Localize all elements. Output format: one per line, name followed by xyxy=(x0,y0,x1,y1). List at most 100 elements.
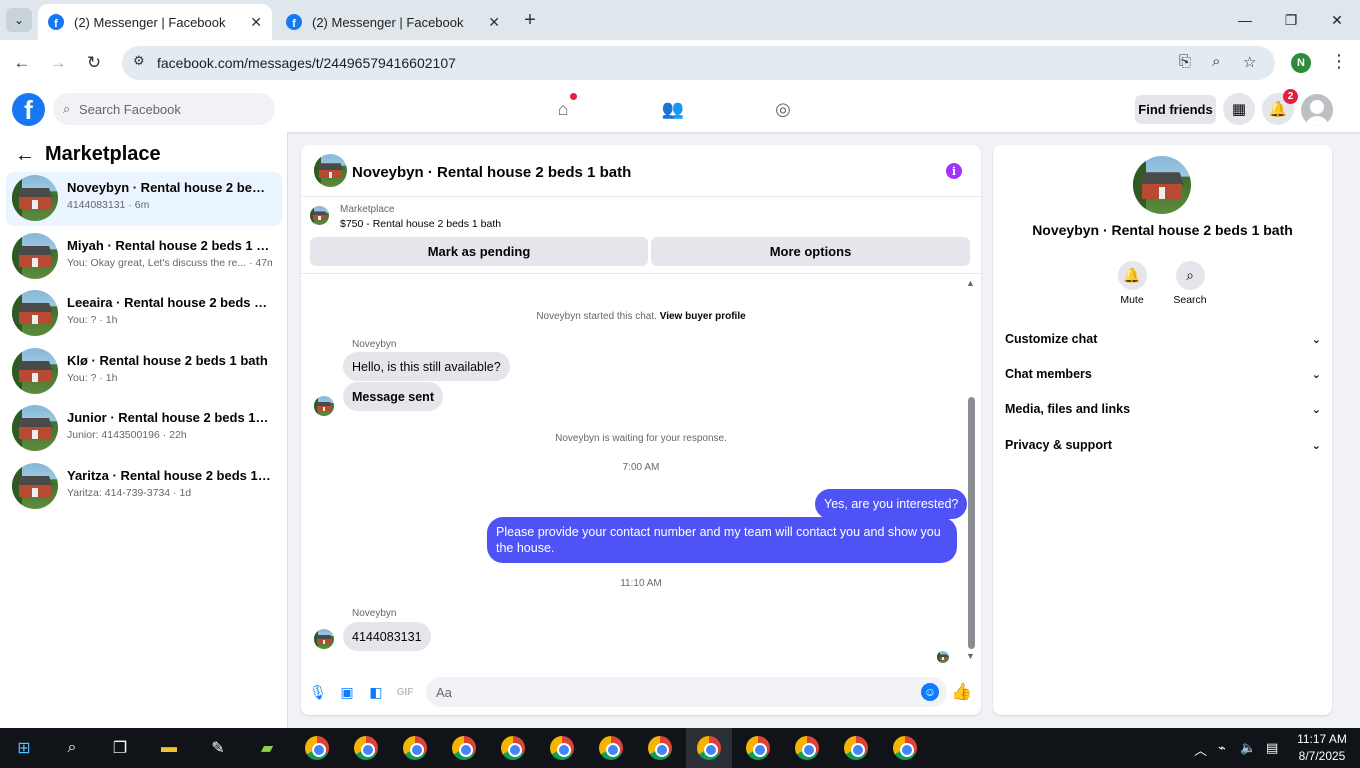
timestamp: 7:00 AM xyxy=(622,462,660,473)
forward-arrow-icon[interactable]: → xyxy=(45,50,71,76)
outgoing-message[interactable]: Yes, are you interested? xyxy=(815,489,968,519)
message-input[interactable] xyxy=(436,677,906,707)
search-icon[interactable]: ⌕ xyxy=(58,734,86,762)
account-avatar[interactable] xyxy=(1301,94,1333,126)
minimize-window-icon[interactable]: — xyxy=(1225,6,1265,34)
conversation-item[interactable]: Klø · Rental house 2 beds 1 bath You: ? … xyxy=(6,345,282,399)
bookmark-star-icon[interactable]: ☆ xyxy=(1243,53,1256,71)
chrome-icon[interactable] xyxy=(548,734,576,762)
microphone-icon[interactable]: 🎙 xyxy=(309,683,327,701)
chrome-icon[interactable] xyxy=(597,734,625,762)
emoji-icon[interactable]: ☺ xyxy=(921,683,939,701)
close-tab-icon[interactable]: ✕ xyxy=(250,14,262,31)
close-tab-icon[interactable]: ✕ xyxy=(488,14,500,31)
install-app-icon[interactable]: ⎘ xyxy=(1179,53,1191,70)
outgoing-message[interactable]: Please provide your contact number and m… xyxy=(487,517,957,563)
volume-icon[interactable]: 🔈 xyxy=(1240,740,1256,756)
file-explorer-icon[interactable]: ▬ xyxy=(155,734,183,762)
folder-app-icon[interactable]: ▰ xyxy=(253,734,281,762)
keyboard-icon[interactable]: ▤ xyxy=(1266,740,1278,756)
search-icon[interactable]: ⌕ xyxy=(1175,261,1205,290)
find-friends-button[interactable]: Find friends xyxy=(1135,95,1216,124)
browser-menu-icon[interactable]: ⋮ xyxy=(1330,51,1348,72)
chat-title[interactable]: Noveybyn · Rental house 2 beds 1 bath xyxy=(352,164,631,181)
chrome-icon[interactable] xyxy=(842,734,870,762)
message-input-box[interactable]: ☺ xyxy=(426,677,947,707)
zoom-icon[interactable]: ⌕ xyxy=(1212,53,1220,70)
menu-grid-icon[interactable]: ▦ xyxy=(1223,93,1255,125)
home-icon[interactable]: ⌂ xyxy=(551,93,577,121)
conversation-item[interactable]: Noveybyn · Rental house 2 beds 1 ... 414… xyxy=(6,172,282,226)
chrome-icon[interactable] xyxy=(401,734,429,762)
maximize-window-icon[interactable]: ❐ xyxy=(1271,6,1311,34)
system-clock[interactable]: 11:17 AM 8/7/2025 xyxy=(1292,731,1352,765)
section-customize-chat[interactable]: Customize chat ⌄ xyxy=(1005,324,1321,354)
network-icon[interactable]: ⌁ xyxy=(1218,740,1226,756)
listing-price-title[interactable]: $750 - Rental house 2 beds 1 bath xyxy=(340,218,501,230)
conversation-item[interactable]: Yaritza · Rental house 2 beds 1 bath Yar… xyxy=(6,460,282,514)
photo-icon[interactable]: ▣ xyxy=(338,683,356,701)
facebook-logo-icon[interactable]: f xyxy=(12,93,45,126)
reload-icon[interactable]: ↻ xyxy=(81,50,107,76)
windows-start-icon[interactable]: ⊞ xyxy=(10,734,38,762)
listing-profile-photo[interactable] xyxy=(1133,156,1191,214)
facebook-favicon-icon: f xyxy=(48,14,64,30)
conversation-name: Yaritza · Rental house 2 beds 1 bath xyxy=(67,468,272,483)
bell-icon[interactable]: 🔔 xyxy=(1117,261,1147,290)
chrome-icon[interactable] xyxy=(646,734,674,762)
friends-icon[interactable]: 👥 xyxy=(661,97,685,121)
scroll-up-arrow-icon[interactable]: ▲ xyxy=(966,278,975,288)
chrome-icon[interactable] xyxy=(793,734,821,762)
groups-icon[interactable]: ◎ xyxy=(771,97,795,121)
info-icon[interactable]: i xyxy=(946,163,962,179)
tab-search-dropdown-icon[interactable]: ⌄ xyxy=(6,8,32,32)
facebook-search[interactable]: ⌕ xyxy=(53,93,275,125)
chat-scrollbar[interactable] xyxy=(968,397,975,649)
address-bar[interactable]: ⚙ facebook.com/messages/t/24496579416602… xyxy=(122,46,1275,80)
chat-listing-thumbnail[interactable] xyxy=(314,154,347,187)
close-window-icon[interactable]: ✕ xyxy=(1317,6,1357,34)
conversation-item[interactable]: Leeaira · Rental house 2 beds 1 bath You… xyxy=(6,287,282,341)
view-buyer-profile-link[interactable]: View buyer profile xyxy=(660,311,746,322)
back-arrow-icon[interactable]: ← xyxy=(15,144,35,167)
search-icon: ⌕ xyxy=(63,101,71,116)
conversation-item[interactable]: Miyah · Rental house 2 beds 1 bath You: … xyxy=(6,230,282,284)
section-media-files-links[interactable]: Media, files and links ⌄ xyxy=(1005,394,1321,424)
site-settings-icon[interactable]: ⚙ xyxy=(133,53,145,69)
chrome-icon[interactable] xyxy=(499,734,527,762)
browser-tab-active[interactable]: f (2) Messenger | Facebook ✕ xyxy=(38,4,272,40)
new-tab-plus-icon[interactable]: + xyxy=(518,8,542,32)
back-arrow-icon[interactable]: ← xyxy=(9,50,35,76)
url-text[interactable]: facebook.com/messages/t/2449657941660210… xyxy=(157,55,456,71)
gif-icon[interactable]: GIF xyxy=(396,683,414,701)
search-action[interactable]: ⌕ Search xyxy=(1160,261,1220,306)
more-options-button[interactable]: More options xyxy=(651,237,970,266)
incoming-message[interactable]: Hello, is this still available? xyxy=(343,352,510,381)
chrome-icon[interactable] xyxy=(744,734,772,762)
mute-action[interactable]: 🔔 Mute xyxy=(1102,261,1162,306)
thumbs-up-icon[interactable]: 👍 xyxy=(951,682,972,701)
facebook-search-input[interactable] xyxy=(79,93,269,125)
sticker-icon[interactable]: ◧ xyxy=(367,683,385,701)
show-hidden-icons-chevron-icon[interactable]: ︿ xyxy=(1194,740,1207,759)
incoming-message[interactable]: 4144083131 xyxy=(343,622,431,651)
task-view-icon[interactable]: ❐ xyxy=(106,734,134,762)
chrome-icon[interactable] xyxy=(352,734,380,762)
section-privacy-support[interactable]: Privacy & support ⌄ xyxy=(1005,430,1321,460)
scroll-down-arrow-icon[interactable]: ▼ xyxy=(966,651,975,661)
browser-profile-avatar[interactable]: N xyxy=(1291,53,1311,73)
incoming-message[interactable]: Message sent xyxy=(343,382,443,411)
browser-tab[interactable]: f (2) Messenger | Facebook ✕ xyxy=(276,4,510,40)
mark-as-pending-button[interactable]: Mark as pending xyxy=(310,237,648,266)
chrome-icon[interactable] xyxy=(303,734,331,762)
listing-mini-thumbnail[interactable] xyxy=(310,206,329,225)
conversation-item[interactable]: Junior · Rental house 2 beds 1 bath Juni… xyxy=(6,402,282,456)
paint-app-icon[interactable]: ✎ xyxy=(204,734,232,762)
section-chat-members[interactable]: Chat members ⌄ xyxy=(1005,359,1321,389)
conversation-preview: Junior: 4143500196 · 22h xyxy=(67,429,187,441)
chrome-icon[interactable] xyxy=(695,734,723,762)
chrome-icon[interactable] xyxy=(891,734,919,762)
sender-avatar[interactable] xyxy=(314,629,334,649)
sender-avatar[interactable] xyxy=(314,396,334,416)
chrome-icon[interactable] xyxy=(450,734,478,762)
